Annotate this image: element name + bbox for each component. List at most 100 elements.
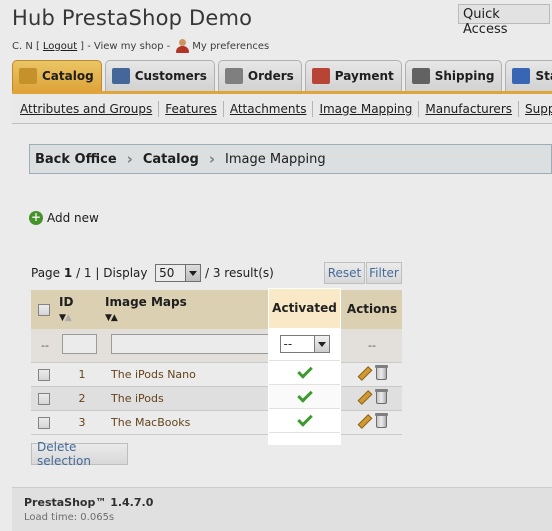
tab-payment[interactable]: Payment	[304, 60, 402, 91]
tab-customers[interactable]: Customers	[104, 60, 215, 91]
table-row[interactable]: 1 The iPods Nano	[31, 362, 402, 386]
chevron-right-icon: ›	[208, 150, 216, 168]
page-total: / 1	[76, 266, 92, 280]
tab-label: Payment	[334, 69, 394, 83]
check-icon	[296, 362, 313, 379]
header-actions: Actions	[346, 302, 398, 316]
activated-cell[interactable]	[269, 409, 340, 433]
view-shop-link[interactable]: View my shop	[94, 41, 164, 52]
separator: ] -	[80, 40, 91, 52]
row-actions	[342, 362, 402, 386]
subnav-features[interactable]: Features	[165, 100, 224, 117]
per-page-select[interactable]: 50	[155, 264, 202, 282]
per-page-value: 50	[159, 266, 175, 280]
activated-filter-select[interactable]: --	[279, 335, 330, 353]
add-new-label: Add new	[47, 211, 99, 225]
breadcrumb-root[interactable]: Back Office	[35, 152, 117, 167]
logout-link[interactable]: Logout	[43, 41, 77, 52]
delete-icon[interactable]	[374, 388, 388, 404]
filter-button[interactable]: Filter	[366, 262, 402, 284]
row-name: The MacBooks	[111, 415, 191, 429]
tab-shipping[interactable]: Shipping	[404, 60, 503, 91]
table-row[interactable]: 2 The iPods	[31, 386, 402, 410]
id-filter-input[interactable]	[62, 333, 97, 354]
edit-icon[interactable]	[358, 390, 371, 403]
quick-access-select[interactable]: Quick Access	[458, 4, 550, 37]
subnav-attachments[interactable]: Attachments	[230, 100, 314, 117]
chevron-down-icon	[185, 265, 201, 281]
user-icon	[175, 39, 190, 53]
tab-label: Catalog	[42, 69, 94, 83]
tab-stats[interactable]: Stats	[505, 60, 552, 91]
row-checkbox-cell	[31, 410, 59, 434]
user-bar: C. N [ Logout ] - View my shop - My pref…	[12, 39, 269, 53]
separator: -	[166, 40, 171, 52]
row-actions	[342, 386, 402, 410]
chevron-down-icon	[313, 336, 329, 352]
activated-cell[interactable]	[269, 385, 340, 409]
column-id: ID	[59, 295, 74, 309]
subnav-manufacturers[interactable]: Manufacturers	[425, 100, 520, 117]
tab-label: Shipping	[434, 69, 495, 83]
row-checkbox[interactable]	[38, 416, 50, 429]
sort-arrows-icon[interactable]: ▼▲	[59, 313, 72, 323]
add-new-link[interactable]: + Add new	[29, 211, 99, 225]
select-all-checkbox[interactable]	[38, 303, 50, 316]
tab-orders[interactable]: Orders	[217, 60, 302, 91]
filter-dash: --	[41, 338, 49, 352]
tab-label: Stats	[535, 69, 552, 83]
shop-title: Hub PrestaShop Demo	[12, 6, 253, 30]
load-time: Load time: 0.065s	[24, 512, 115, 523]
edit-icon[interactable]	[358, 366, 371, 379]
row-id: 2	[78, 391, 86, 405]
filter-name-cell	[105, 329, 271, 362]
row-checkbox[interactable]	[38, 392, 50, 405]
check-icon	[296, 386, 313, 403]
activated-cell[interactable]	[269, 361, 340, 385]
stats-icon	[512, 68, 531, 84]
tab-catalog[interactable]: Catalog	[12, 60, 102, 91]
name-filter-input[interactable]	[111, 333, 271, 354]
table-row[interactable]: 3 The MacBooks	[31, 410, 402, 434]
payment-icon	[311, 68, 330, 84]
row-name: The iPods Nano	[111, 367, 196, 381]
display-label: | Display	[95, 266, 148, 280]
activated-column-highlight: Activated --	[269, 289, 340, 444]
catalog-icon	[19, 68, 37, 84]
sort-arrows-icon[interactable]: ▼▲	[105, 313, 118, 323]
row-checkbox-cell	[31, 386, 59, 410]
preferences-link[interactable]: My preferences	[192, 41, 269, 52]
breadcrumb-current: Image Mapping	[225, 151, 326, 167]
activated-filter-cell: --	[269, 328, 340, 361]
subnav-image-mapping[interactable]: Image Mapping	[319, 100, 420, 117]
delete-selection-button[interactable]: Delete selection	[31, 440, 128, 468]
reset-button[interactable]: Reset	[324, 262, 365, 284]
check-icon	[296, 410, 313, 427]
subnav-attributes-groups[interactable]: Attributes and Groups	[18, 100, 160, 117]
header-id: ID ▼▲	[59, 290, 105, 329]
subnav-suppliers[interactable]: Suppliers	[525, 101, 552, 117]
column-image-maps: Image Maps	[105, 295, 187, 309]
page-current: 1	[63, 266, 73, 280]
delete-icon[interactable]	[374, 412, 388, 428]
filter-row: -- --	[31, 329, 402, 362]
table-header: ID ▼▲ Image Maps ▼▲ Actions	[31, 290, 402, 329]
chevron-right-icon: ›	[126, 150, 133, 168]
filter-dash: --	[368, 338, 376, 352]
activated-filter-value: --	[283, 337, 293, 351]
catalog-subnav: Attributes and Groups Features Attachmen…	[12, 91, 552, 124]
tab-label: Customers	[134, 69, 207, 83]
delete-icon[interactable]	[374, 364, 388, 380]
pagination: Page 1 / 1 | Display 50 / 3 result(s)	[31, 264, 274, 282]
version-label: PrestaShop™ 1.4.7.0	[24, 496, 154, 509]
edit-icon[interactable]	[358, 414, 371, 427]
user-name: C. N [	[12, 40, 40, 52]
row-checkbox-cell	[31, 362, 59, 386]
breadcrumb: Back Office › Catalog › Image Mapping	[29, 144, 552, 174]
footer: PrestaShop™ 1.4.7.0 Load time: 0.065s	[12, 487, 552, 531]
page-label: Page	[31, 266, 61, 280]
row-checkbox[interactable]	[38, 368, 50, 381]
image-maps-table: ID ▼▲ Image Maps ▼▲ Actions -- -- 1 The iP…	[31, 290, 402, 435]
breadcrumb-section[interactable]: Catalog	[143, 152, 199, 167]
row-actions	[342, 410, 402, 434]
